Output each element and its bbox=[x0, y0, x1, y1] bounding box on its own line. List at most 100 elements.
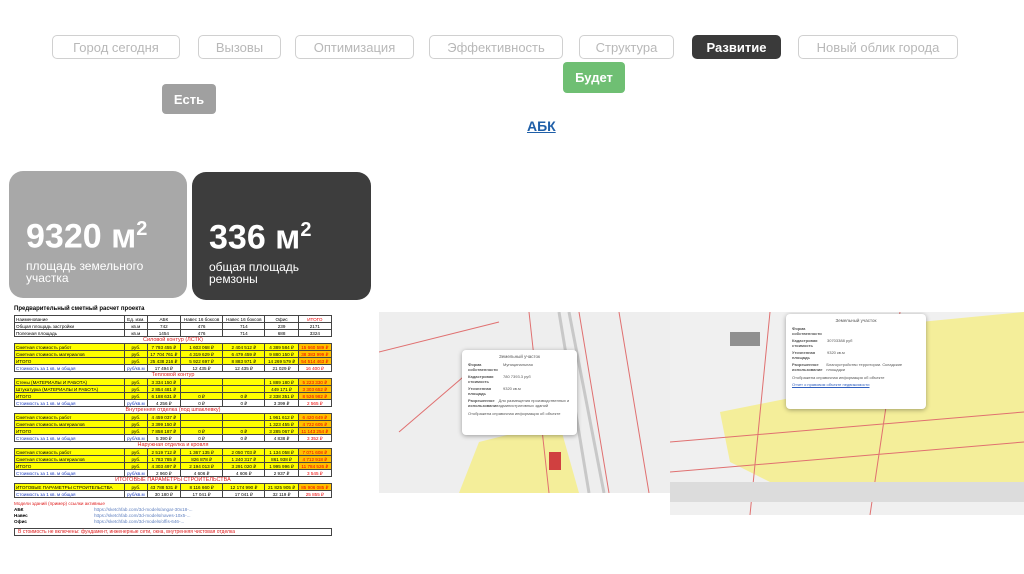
table-cell: 54 514 463 ₽ bbox=[297, 357, 333, 365]
present-tag[interactable]: Есть bbox=[162, 84, 216, 114]
header-cell: АБК bbox=[146, 315, 181, 323]
popup-link[interactable]: Отчет о правовом объекте недвижимости bbox=[792, 382, 920, 387]
popup-key: Уточненная площадь bbox=[468, 386, 492, 396]
future-tag[interactable]: Будет bbox=[563, 62, 625, 93]
header-cell: Навес 16 боксов bbox=[222, 315, 266, 323]
table-cell: 2 050 703 ₽ bbox=[222, 448, 266, 456]
model-link[interactable]: https://sketchfab.com/3d-models/naves-10… bbox=[94, 513, 191, 518]
table-cell: 17 704 761 ₽ bbox=[146, 350, 181, 358]
table-row: Стены (МАТЕРИАЛЫ И РАБОТА) руб. 3 334 150 … bbox=[14, 378, 333, 386]
table-row: ИТОГО руб. 25 438 216 ₽5 922 697 ₽8 883 97… bbox=[14, 357, 333, 365]
cost-table: Наименование Ед. изм. АБК Навес 16 боксов На… bbox=[14, 315, 333, 498]
popup-value: Для размещения производственных и админи… bbox=[498, 398, 570, 408]
section-row: Наружная отделка и кровля bbox=[14, 441, 332, 449]
table-cell: 5 390 ₽ bbox=[146, 434, 181, 442]
table-row: Стоимость за 1 кв. м общая руб/кв.м 5 390 … bbox=[14, 434, 333, 442]
section-title: Внутренняя отделка (под шпаклевку) bbox=[14, 406, 332, 414]
table-cell: 3 399 ₽ bbox=[264, 399, 299, 407]
popup-row: Уточненная площадь 9320 кв.м bbox=[468, 386, 571, 396]
model-link[interactable]: https://sketchfab.com/3d-models/angar-30… bbox=[94, 507, 193, 512]
map-right[interactable]: Земельный участок Форма собственности Када… bbox=[670, 312, 1024, 515]
table-cell: 3 334 150 ₽ bbox=[146, 378, 181, 386]
popup-title: Земельный участок bbox=[499, 354, 540, 359]
section-row: Силовой контур (ЛСТК) bbox=[14, 336, 332, 344]
popup-value: 9320 кв.м bbox=[827, 350, 845, 355]
popup-key: Кадастровая стоимость bbox=[468, 374, 494, 384]
popup-key: Уточненная площадь bbox=[792, 350, 816, 360]
table-row: Штукатурка (МАТЕРИАЛЫ И РАБОТА) руб. 2 854… bbox=[14, 385, 333, 393]
abk-link[interactable]: АБК bbox=[527, 118, 556, 134]
table-cell: 8 526 982 ₽ bbox=[297, 392, 333, 400]
table-cell bbox=[222, 420, 266, 428]
table-cell: 688 bbox=[264, 329, 299, 337]
table-cell: 0 ₽ bbox=[179, 392, 224, 400]
table-cell: кв.м bbox=[124, 329, 148, 337]
model-link[interactable]: https://sketchfab.com/3d-models/offis-64… bbox=[94, 519, 184, 524]
table-row: Общая площадь застройки кв.м 742 476 714 239 2… bbox=[14, 322, 333, 330]
table-cell: 714 bbox=[222, 322, 266, 330]
table-cell: 3 545 ₽ bbox=[297, 469, 333, 477]
header-cell: ИТОГО bbox=[297, 315, 333, 323]
table-cell: 4 606 ₽ bbox=[179, 469, 224, 477]
repair-zone-value: 336 м2 bbox=[209, 218, 312, 257]
popup-key: Кадастровая стоимость bbox=[792, 338, 818, 348]
table-cell: 7 071 608 ₽ bbox=[297, 448, 333, 456]
header-cell: Наименование bbox=[14, 315, 125, 323]
table-row: ИТОГО руб. 4 303 497 ₽2 194 013 ₽3 291 020… bbox=[14, 462, 333, 470]
table-cell: руб. bbox=[124, 455, 148, 463]
cost-estimate-sheet: Предварительный сметный расчет проекта Н… bbox=[10, 305, 343, 574]
table-cell: Стены (МАТЕРИАЛЫ И РАБОТА) bbox=[14, 378, 125, 386]
table-cell: 3 399 150 ₽ bbox=[146, 420, 181, 428]
table-row: Стоимость за 1 кв. м общая руб/кв.м 4 256 … bbox=[14, 399, 333, 407]
section-title: Наружная отделка и кровля bbox=[14, 441, 332, 449]
table-cell: 3 285 067 ₽ bbox=[264, 427, 299, 435]
table-cell: 4 459 037 ₽ bbox=[146, 413, 181, 421]
table-cell: 4 319 629 ₽ bbox=[179, 350, 224, 358]
table-cell bbox=[222, 413, 266, 421]
table-cell: 25 438 216 ₽ bbox=[146, 357, 181, 365]
popup-row: Форма собственности bbox=[792, 326, 920, 336]
table-cell: Стоимость за 1 кв. м общая bbox=[14, 490, 125, 498]
section-row: Внутренняя отделка (под шпаклевку) bbox=[14, 406, 332, 414]
table-cell: 1 323 455 ₽ bbox=[264, 420, 299, 428]
table-cell: 8 883 971 ₽ bbox=[222, 357, 266, 365]
table-cell: руб. bbox=[124, 462, 148, 470]
table-cell: 2 960 ₽ bbox=[146, 469, 181, 477]
nav-tab[interactable]: Эффективность bbox=[429, 35, 563, 59]
table-cell: кв.м bbox=[124, 322, 148, 330]
table-cell: 1 961 612 ₽ bbox=[264, 413, 299, 421]
table-cell: 1 367 135 ₽ bbox=[179, 448, 224, 456]
table-cell: 5 223 330 ₽ bbox=[297, 378, 333, 386]
popup-row: Уточненная площадь 9320 кв.м bbox=[792, 350, 920, 360]
table-cell bbox=[179, 420, 224, 428]
table-cell: руб. bbox=[124, 427, 148, 435]
table-cell: ИТОГО bbox=[14, 462, 125, 470]
nav-tab[interactable]: Город сегодня bbox=[52, 35, 180, 59]
table-cell: 1454 bbox=[146, 329, 181, 337]
popup-key: Форма собственности bbox=[792, 326, 822, 336]
table-cell: 6 420 649 ₽ bbox=[297, 413, 333, 421]
map-left[interactable]: Земельный участок Форма собственности Муни… bbox=[379, 312, 670, 493]
table-cell: 4 712 918 ₽ bbox=[297, 455, 333, 463]
table-cell: 9 880 150 ₽ bbox=[264, 350, 299, 358]
table-row: ИТОГО руб. 6 188 631 ₽0 ₽0 ₽2 338 351 ₽8 5… bbox=[14, 392, 333, 400]
table-cell bbox=[179, 378, 224, 386]
table-cell: 0 ₽ bbox=[222, 427, 266, 435]
table-cell: руб/кв.м bbox=[124, 364, 148, 372]
land-plot-popup: Земельный участок Форма собственности Муни… bbox=[462, 350, 577, 435]
table-cell: руб. bbox=[124, 420, 148, 428]
nav-tab[interactable]: Новый облик города bbox=[798, 35, 958, 59]
table-cell: 8 116 660 ₽ bbox=[179, 483, 224, 491]
table-cell: 38 383 999 ₽ bbox=[297, 350, 333, 358]
table-cell: ИТОГО bbox=[14, 357, 125, 365]
table-cell bbox=[179, 385, 224, 393]
nav-tab[interactable]: Вызовы bbox=[198, 35, 281, 59]
nav-tab[interactable]: Оптимизация bbox=[295, 35, 414, 59]
model-link-row: Офис https://sketchfab.com/3d-models/offi… bbox=[14, 519, 339, 525]
table-cell: 11 143 254 ₽ bbox=[297, 427, 333, 435]
table-cell: 239 bbox=[264, 322, 299, 330]
nav-tab[interactable]: Структура bbox=[579, 35, 674, 59]
table-cell: руб/кв.м bbox=[124, 490, 148, 498]
popup-key: Форма собственности bbox=[468, 362, 498, 372]
nav-tab[interactable]: Развитие bbox=[692, 35, 781, 59]
